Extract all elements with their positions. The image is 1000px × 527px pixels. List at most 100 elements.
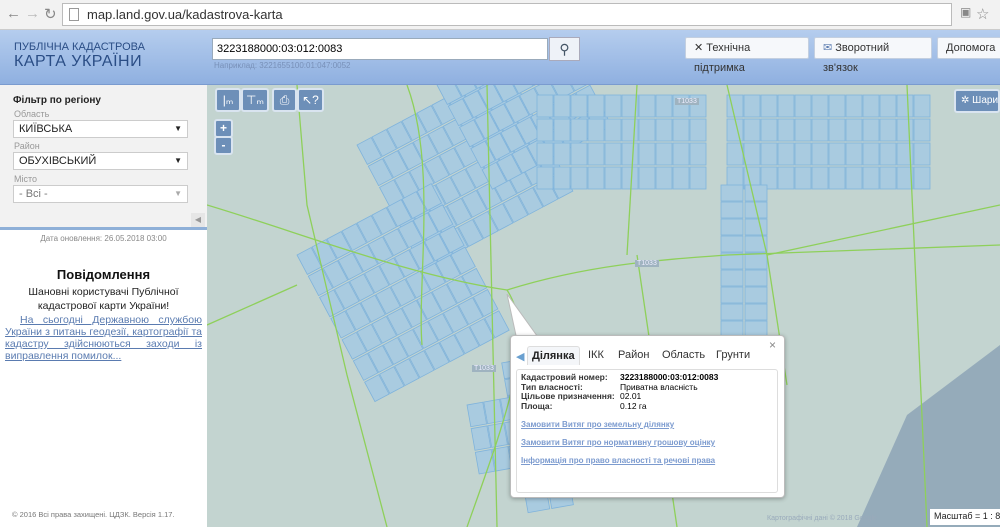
parcel[interactable]	[828, 166, 846, 190]
parcel[interactable]	[587, 166, 605, 190]
raion-select[interactable]: ОБУХІВСЬКИЙ ▼	[13, 152, 188, 170]
parcel[interactable]	[777, 118, 795, 142]
parcel[interactable]	[638, 142, 656, 166]
parcel[interactable]	[466, 401, 488, 428]
parcel[interactable]	[553, 142, 571, 166]
parcel[interactable]	[879, 166, 897, 190]
parcel[interactable]	[587, 142, 605, 166]
parcel[interactable]	[689, 118, 707, 142]
parcel[interactable]	[845, 142, 863, 166]
parcel[interactable]	[720, 269, 744, 287]
parcel[interactable]	[570, 166, 588, 190]
parcel[interactable]	[794, 118, 812, 142]
misto-select[interactable]: - Всі - ▼	[13, 185, 188, 203]
parcel[interactable]	[604, 166, 622, 190]
parcel[interactable]	[621, 118, 639, 142]
parcel[interactable]	[845, 166, 863, 190]
chevron-left-icon[interactable]: ◀	[516, 350, 524, 363]
parcel[interactable]	[896, 94, 914, 118]
cadastral-search-input[interactable]	[212, 38, 548, 60]
search-button[interactable]: ⚲	[549, 37, 580, 61]
tab-raion[interactable]: Район	[614, 346, 653, 364]
parcel[interactable]	[470, 425, 492, 451]
parcel[interactable]	[744, 286, 768, 304]
parcel[interactable]	[811, 166, 829, 190]
parcel[interactable]	[587, 94, 605, 118]
parcel[interactable]	[777, 94, 795, 118]
parcel[interactable]	[655, 94, 673, 118]
oblast-select[interactable]: КИЇВСЬКА ▼	[13, 120, 188, 138]
identify-button[interactable]: ↖?	[297, 88, 324, 112]
tab-soils[interactable]: Грунти	[712, 346, 754, 364]
parcel[interactable]	[811, 142, 829, 166]
parcel[interactable]	[743, 142, 761, 166]
parcel[interactable]	[638, 118, 656, 142]
parcel[interactable]	[726, 118, 744, 142]
parcel[interactable]	[760, 118, 778, 142]
parcel[interactable]	[862, 118, 880, 142]
help-button[interactable]: Допомога	[937, 37, 1000, 59]
parcel[interactable]	[689, 142, 707, 166]
back-icon[interactable]: ←	[6, 5, 21, 22]
parcel[interactable]	[845, 118, 863, 142]
parcel[interactable]	[744, 218, 768, 236]
parcel[interactable]	[655, 142, 673, 166]
parcel[interactable]	[913, 142, 931, 166]
parcel[interactable]	[726, 142, 744, 166]
parcel[interactable]	[794, 166, 812, 190]
parcel[interactable]	[845, 94, 863, 118]
parcel[interactable]	[828, 94, 846, 118]
parcel[interactable]	[720, 201, 744, 219]
parcel[interactable]	[487, 422, 508, 448]
parcel[interactable]	[744, 269, 768, 287]
parcel[interactable]	[744, 184, 768, 202]
parcel[interactable]	[536, 94, 554, 118]
ownership-info-link[interactable]: Інформація про право власності та речові…	[521, 456, 773, 465]
tab-parcel[interactable]: Ділянка	[527, 346, 580, 365]
parcel[interactable]	[604, 142, 622, 166]
address-bar[interactable]: map.land.gov.ua/kadastrova-karta	[62, 3, 952, 26]
parcel[interactable]	[777, 166, 795, 190]
parcel[interactable]	[672, 118, 690, 142]
parcel[interactable]	[828, 118, 846, 142]
parcel[interactable]	[744, 252, 768, 270]
order-extract-link[interactable]: Замовити Витяг про земельну ділянку	[521, 420, 773, 429]
parcel[interactable]	[828, 142, 846, 166]
parcel[interactable]	[474, 449, 496, 475]
reload-icon[interactable]: ↻	[44, 5, 57, 23]
parcel[interactable]	[720, 303, 744, 321]
print-button[interactable]: ⎙	[272, 88, 297, 112]
order-valuation-link[interactable]: Замовити Витяг про нормативну грошову оц…	[521, 438, 773, 447]
parcel[interactable]	[760, 94, 778, 118]
collapse-panel-button[interactable]: ◀	[191, 213, 205, 227]
parcel[interactable]	[553, 118, 571, 142]
parcel[interactable]	[570, 94, 588, 118]
parcel[interactable]	[587, 118, 605, 142]
parcel[interactable]	[794, 142, 812, 166]
parcel[interactable]	[570, 142, 588, 166]
parcel[interactable]	[913, 166, 931, 190]
parcel[interactable]	[604, 118, 622, 142]
parcel[interactable]	[896, 118, 914, 142]
parcel[interactable]	[621, 142, 639, 166]
parcel[interactable]	[744, 303, 768, 321]
forward-icon[interactable]: →	[25, 5, 40, 22]
parcel[interactable]	[689, 166, 707, 190]
parcel[interactable]	[553, 166, 571, 190]
layers-button[interactable]: ✲ Шари	[954, 89, 1000, 113]
parcel[interactable]	[879, 94, 897, 118]
parcel[interactable]	[536, 166, 554, 190]
parcel[interactable]	[621, 166, 639, 190]
tech-support-button[interactable]: ✕ Технічна підтримка	[685, 37, 809, 74]
parcel[interactable]	[760, 142, 778, 166]
parcel[interactable]	[862, 142, 880, 166]
parcel[interactable]	[720, 184, 744, 202]
parcel[interactable]	[655, 118, 673, 142]
parcel[interactable]	[743, 118, 761, 142]
parcel[interactable]	[743, 94, 761, 118]
parcel[interactable]	[672, 142, 690, 166]
parcel[interactable]	[536, 118, 554, 142]
parcel[interactable]	[777, 142, 795, 166]
parcel[interactable]	[638, 166, 656, 190]
parcel[interactable]	[672, 166, 690, 190]
